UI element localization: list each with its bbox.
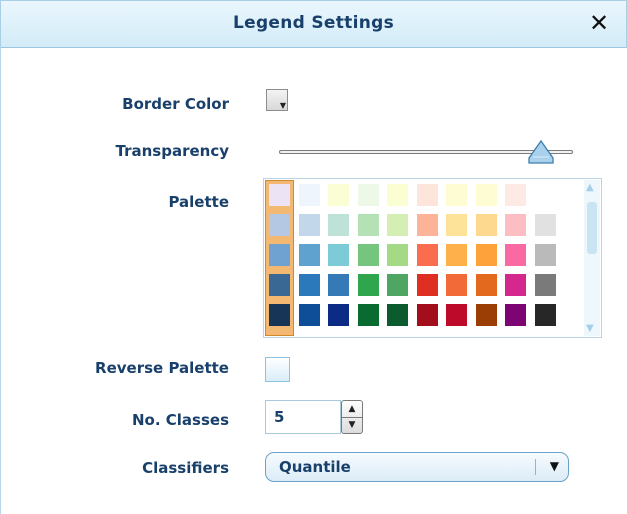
palette-swatch[interactable] — [417, 274, 438, 296]
close-button[interactable]: ✕ — [586, 9, 612, 37]
no-classes-input[interactable] — [265, 400, 341, 434]
palette-swatch[interactable] — [358, 214, 379, 236]
palette-label: Palette — [168, 193, 229, 211]
palette-swatch[interactable] — [476, 214, 497, 236]
palette-scrollbar[interactable]: ▲ ▼ — [584, 180, 600, 336]
palette-swatch[interactable] — [535, 184, 556, 206]
classifiers-select[interactable]: Quantile ▼ — [265, 452, 569, 482]
palette-swatch[interactable] — [299, 304, 320, 326]
palette-swatch[interactable] — [476, 274, 497, 296]
palette-swatch[interactable] — [535, 304, 556, 326]
border-color-picker[interactable]: ▼ — [266, 89, 288, 111]
palette-swatch[interactable] — [387, 304, 408, 326]
triangle-up-icon[interactable]: ▲ — [342, 401, 362, 418]
select-divider — [535, 459, 536, 475]
palette-swatch[interactable] — [269, 244, 290, 266]
palette-swatch[interactable] — [417, 214, 438, 236]
palette-swatch[interactable] — [269, 274, 290, 296]
palette-swatch[interactable] — [299, 214, 320, 236]
palette-swatch[interactable] — [299, 244, 320, 266]
palette-swatch[interactable] — [358, 304, 379, 326]
palette-swatch[interactable] — [417, 304, 438, 326]
palette-swatch[interactable] — [417, 244, 438, 266]
palette-swatch[interactable] — [328, 184, 349, 206]
palette-swatch[interactable] — [476, 184, 497, 206]
palette-swatch[interactable] — [505, 304, 526, 326]
no-classes-stepper[interactable]: ▲ ▼ — [341, 400, 363, 434]
legend-settings-dialog: Legend Settings ✕ Border Color ▼ Transpa… — [0, 0, 627, 514]
scroll-up-icon[interactable]: ▲ — [586, 182, 594, 193]
dialog-left-border — [0, 47, 1, 514]
palette-swatch[interactable] — [387, 274, 408, 296]
palette-swatch[interactable] — [446, 184, 467, 206]
palette-swatch[interactable] — [358, 184, 379, 206]
palette-swatch[interactable] — [446, 274, 467, 296]
no-classes-label: No. Classes — [131, 411, 229, 429]
classifiers-selected-value: Quantile — [279, 458, 351, 476]
reverse-palette-label: Reverse Palette — [95, 359, 229, 377]
triangle-down-icon[interactable]: ▼ — [342, 418, 362, 433]
chevron-down-icon: ▼ — [279, 101, 286, 110]
palette-swatch[interactable] — [269, 214, 290, 236]
palette-swatch[interactable] — [446, 304, 467, 326]
palette-swatch[interactable] — [446, 244, 467, 266]
palette-swatch[interactable] — [269, 184, 290, 206]
dialog-titlebar: Legend Settings ✕ — [0, 0, 627, 48]
palette-swatch[interactable] — [358, 274, 379, 296]
palette-swatch[interactable] — [328, 304, 349, 326]
palette-swatch[interactable] — [387, 214, 408, 236]
dialog-title: Legend Settings — [233, 13, 394, 33]
palette-swatch[interactable] — [417, 184, 438, 206]
scroll-down-icon[interactable]: ▼ — [586, 323, 594, 334]
palette-swatch[interactable] — [358, 244, 379, 266]
palette-swatch[interactable] — [535, 214, 556, 236]
palette-swatch[interactable] — [387, 184, 408, 206]
border-color-label: Border Color — [122, 95, 229, 113]
chevron-down-icon: ▼ — [549, 459, 559, 473]
transparency-slider-thumb[interactable] — [528, 140, 554, 164]
palette-swatch[interactable] — [299, 184, 320, 206]
palette-swatch[interactable] — [505, 214, 526, 236]
palette-swatch[interactable] — [328, 274, 349, 296]
palette-swatch[interactable] — [505, 184, 526, 206]
palette-swatch[interactable] — [505, 244, 526, 266]
palette-swatch[interactable] — [387, 244, 408, 266]
palette-swatch[interactable] — [476, 244, 497, 266]
palette-swatch[interactable] — [535, 244, 556, 266]
palette-grid[interactable]: ▲ ▼ — [263, 178, 602, 338]
classifiers-label: Classifiers — [142, 459, 229, 477]
palette-swatch[interactable] — [328, 214, 349, 236]
palette-swatch[interactable] — [299, 274, 320, 296]
palette-swatch[interactable] — [505, 274, 526, 296]
palette-swatch[interactable] — [535, 274, 556, 296]
palette-swatch[interactable] — [476, 304, 497, 326]
close-icon: ✕ — [588, 9, 610, 37]
palette-swatch[interactable] — [269, 304, 290, 326]
reverse-palette-checkbox[interactable] — [265, 357, 290, 382]
palette-swatch[interactable] — [328, 244, 349, 266]
scrollbar-thumb[interactable] — [587, 202, 597, 254]
palette-swatch[interactable] — [446, 214, 467, 236]
transparency-label: Transparency — [115, 142, 230, 160]
